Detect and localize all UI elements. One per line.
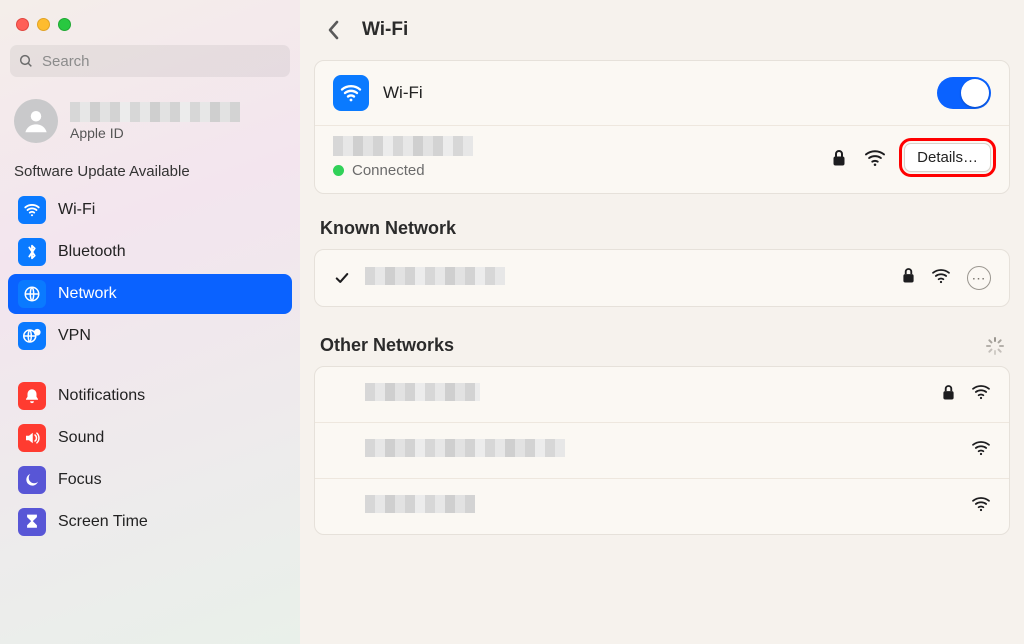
account-subtitle: Apple ID	[70, 125, 240, 141]
wifi-icon	[339, 81, 363, 105]
wifi-signal-icon	[971, 496, 991, 517]
sidebar-item-screentime[interactable]: Screen Time	[8, 502, 292, 542]
wifi-signal-icon	[931, 268, 951, 289]
software-update-notice[interactable]: Software Update Available	[8, 157, 292, 190]
sidebar-item-label: Focus	[58, 471, 102, 489]
sidebar-nav: Wi-Fi Bluetooth Network i VPN Notifications So…	[8, 190, 292, 542]
other-heading-text: Other Networks	[320, 335, 454, 356]
main-pane: Wi-Fi Wi-Fi Connected De	[300, 0, 1024, 644]
hourglass-icon	[18, 508, 46, 536]
network-row-icons: ⋯	[902, 266, 991, 290]
minimize-window-button[interactable]	[37, 18, 50, 31]
svg-text:i: i	[37, 330, 38, 336]
loading-spinner-icon	[986, 337, 1004, 355]
known-network-heading: Known Network	[314, 218, 1010, 249]
sidebar-item-label: Sound	[58, 429, 104, 447]
lock-icon	[942, 384, 955, 406]
bell-icon	[18, 382, 46, 410]
person-icon	[21, 106, 51, 136]
speaker-icon	[18, 424, 46, 452]
network-name	[365, 267, 888, 290]
sidebar-item-bluetooth[interactable]: Bluetooth	[8, 232, 292, 272]
sidebar: Apple ID Software Update Available Wi-Fi…	[0, 0, 300, 644]
moon-icon	[18, 466, 46, 494]
wifi-toggle[interactable]	[937, 77, 991, 109]
network-row-icons	[971, 440, 991, 461]
search-field-wrap[interactable]	[10, 45, 290, 77]
network-row[interactable]	[315, 367, 1009, 422]
account-text: Apple ID	[70, 102, 240, 141]
sidebar-item-label: Bluetooth	[58, 243, 126, 261]
network-row[interactable]	[315, 422, 1009, 478]
network-row-icons	[971, 496, 991, 517]
avatar	[14, 99, 58, 143]
lock-icon	[832, 149, 846, 167]
apple-id-row[interactable]: Apple ID	[8, 95, 292, 157]
other-networks-heading: Other Networks	[314, 335, 1010, 366]
lock-icon	[902, 267, 915, 289]
details-button[interactable]: Details…	[904, 143, 991, 172]
sidebar-item-label: Notifications	[58, 387, 145, 405]
wifi-card: Wi-Fi Connected Details…	[314, 60, 1010, 194]
back-button[interactable]	[320, 16, 348, 44]
network-name	[365, 495, 957, 518]
globe-badge-icon: i	[18, 322, 46, 350]
wifi-signal-icon	[971, 440, 991, 461]
search-input[interactable]	[42, 53, 282, 70]
account-name-redacted	[70, 102, 240, 122]
wifi-toggle-row: Wi-Fi	[315, 61, 1009, 125]
known-network-list: ⋯	[314, 249, 1010, 307]
network-name-redacted	[365, 439, 565, 457]
other-networks-list	[314, 366, 1010, 535]
more-options-button[interactable]: ⋯	[967, 266, 991, 290]
bluetooth-icon	[18, 238, 46, 266]
sidebar-item-label: Wi-Fi	[58, 201, 95, 219]
known-heading-text: Known Network	[320, 218, 456, 239]
close-window-button[interactable]	[16, 18, 29, 31]
status-dot-icon	[333, 165, 344, 176]
wifi-signal-icon	[864, 149, 886, 167]
sidebar-item-wifi[interactable]: Wi-Fi	[8, 190, 292, 230]
window-controls	[8, 10, 292, 45]
checkmark-icon	[333, 271, 351, 285]
main-header: Wi-Fi	[314, 14, 1010, 60]
current-network-name-redacted	[333, 136, 473, 156]
network-row[interactable]	[315, 478, 1009, 534]
sidebar-item-network[interactable]: Network	[8, 274, 292, 314]
sidebar-item-vpn[interactable]: i VPN	[8, 316, 292, 356]
chevron-left-icon	[327, 20, 341, 40]
wifi-icon	[18, 196, 46, 224]
network-name-redacted	[365, 267, 505, 285]
sidebar-item-sound[interactable]: Sound	[8, 418, 292, 458]
network-row-icons	[942, 384, 991, 406]
wifi-signal-icon	[971, 384, 991, 405]
zoom-window-button[interactable]	[58, 18, 71, 31]
network-name	[365, 439, 957, 462]
sidebar-item-label: VPN	[58, 327, 91, 345]
page-title: Wi-Fi	[362, 19, 408, 41]
search-icon	[18, 53, 34, 69]
network-name-redacted	[365, 383, 480, 401]
wifi-label: Wi-Fi	[383, 83, 937, 103]
sidebar-item-notifications[interactable]: Notifications	[8, 376, 292, 416]
network-row[interactable]: ⋯	[315, 250, 1009, 306]
globe-icon	[18, 280, 46, 308]
connection-status: Connected	[352, 162, 425, 179]
current-network-row: Connected Details…	[315, 125, 1009, 193]
network-name	[365, 383, 928, 406]
network-name-redacted	[365, 495, 475, 513]
wifi-tile-icon	[333, 75, 369, 111]
sidebar-item-label: Network	[58, 285, 117, 303]
sidebar-item-label: Screen Time	[58, 513, 148, 531]
sidebar-item-focus[interactable]: Focus	[8, 460, 292, 500]
